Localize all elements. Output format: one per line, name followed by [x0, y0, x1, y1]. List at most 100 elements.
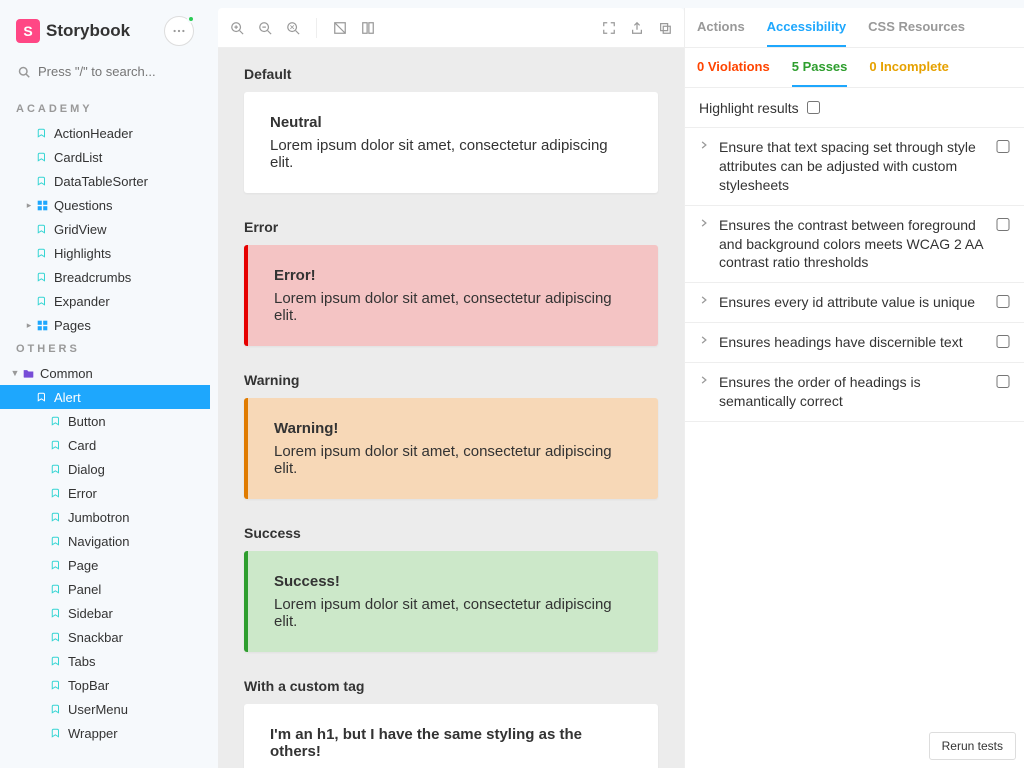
story-icon — [50, 679, 62, 691]
sidebar-item-usermenu[interactable]: UserMenu — [0, 697, 210, 721]
a11y-rule: Ensure that text spacing set through sty… — [685, 128, 1024, 206]
search-input[interactable] — [16, 58, 194, 85]
sidebar-item-label: Alert — [54, 390, 81, 405]
sidebar-item-topbar[interactable]: TopBar — [0, 673, 210, 697]
story-block: SuccessSuccess!Lorem ipsum dolor sit ame… — [218, 525, 684, 652]
sidebar-item-dialog[interactable]: Dialog — [0, 457, 210, 481]
chevron-right-icon[interactable] — [699, 218, 711, 228]
highlight-results-checkbox[interactable] — [807, 101, 820, 114]
a11y-rule-highlight-checkbox[interactable] — [996, 335, 1010, 348]
sidebar-item-jumbotron[interactable]: Jumbotron — [0, 505, 210, 529]
addon-tab-actions[interactable]: Actions — [697, 8, 745, 47]
sidebar-item-label: CardList — [54, 150, 102, 165]
sidebar-item-label: Expander — [54, 294, 110, 309]
tab-incomplete[interactable]: 0 Incomplete — [869, 48, 948, 87]
sidebar-item-button[interactable]: Button — [0, 409, 210, 433]
chevron-right-icon[interactable] — [699, 335, 711, 345]
shortcuts-button[interactable] — [164, 16, 194, 46]
section-label: OTHERS — [0, 337, 210, 361]
sidebar-item-expander[interactable]: Expander — [0, 289, 210, 313]
sidebar-item-label: Card — [68, 438, 96, 453]
sidebar-item-navigation[interactable]: Navigation — [0, 529, 210, 553]
addon-tab-css-resources[interactable]: CSS Resources — [868, 8, 965, 47]
sidebar-item-datatablesorter[interactable]: DataTableSorter — [0, 169, 210, 193]
sidebar-item-label: TopBar — [68, 678, 109, 693]
canvas-toolbar — [218, 8, 684, 48]
tab-passes[interactable]: 5 Passes — [792, 48, 848, 87]
chevron-right-icon[interactable] — [699, 375, 711, 385]
alert-body: Lorem ipsum dolor sit amet, consectetur … — [274, 290, 632, 324]
sidebar-item-label: Highlights — [54, 246, 111, 261]
sidebar-item-common[interactable]: ▼Common — [0, 361, 210, 385]
brand-name: Storybook — [46, 21, 130, 41]
a11y-rule-highlight-checkbox[interactable] — [996, 218, 1010, 231]
story-icon — [36, 391, 48, 403]
story-icon — [36, 271, 48, 283]
alert-success: Success!Lorem ipsum dolor sit amet, cons… — [244, 551, 658, 652]
sidebar-item-card[interactable]: Card — [0, 433, 210, 457]
story-icon — [50, 439, 62, 451]
sidebar-item-tabs[interactable]: Tabs — [0, 649, 210, 673]
sidebar-item-gridview[interactable]: GridView — [0, 217, 210, 241]
story-icon — [36, 223, 48, 235]
chevron-right-icon[interactable] — [699, 295, 711, 305]
sidebar-item-label: Questions — [54, 198, 113, 213]
brand[interactable]: S Storybook — [16, 19, 130, 43]
sidebar-item-label: Jumbotron — [68, 510, 129, 525]
story-icon — [50, 535, 62, 547]
a11y-rule-highlight-checkbox[interactable] — [996, 140, 1010, 153]
sidebar-item-alert[interactable]: Alert — [0, 385, 210, 409]
a11y-rule-highlight-checkbox[interactable] — [996, 375, 1010, 388]
addon-tabs: Actions Accessibility CSS Resources — [685, 8, 1024, 48]
sidebar-item-label: Breadcrumbs — [54, 270, 131, 285]
alert-body: Lorem ipsum dolor sit amet, consectetur … — [274, 596, 632, 630]
sidebar-item-label: Pages — [54, 318, 91, 333]
grid-button[interactable] — [361, 21, 375, 35]
zoom-out-button[interactable] — [258, 21, 272, 35]
sidebar-item-questions[interactable]: ▸Questions — [0, 193, 210, 217]
story-icon — [50, 631, 62, 643]
sidebar-item-panel[interactable]: Panel — [0, 577, 210, 601]
highlight-results-label: Highlight results — [699, 100, 799, 116]
sidebar-item-breadcrumbs[interactable]: Breadcrumbs — [0, 265, 210, 289]
sidebar-item-label: Button — [68, 414, 106, 429]
sidebar-item-label: Tabs — [68, 654, 95, 669]
sidebar-item-label: Error — [68, 486, 97, 501]
a11y-rule-text: Ensures the order of headings is semanti… — [719, 373, 988, 411]
sidebar: S Storybook ACADEMYActionHeaderCardListD… — [0, 0, 210, 768]
story-block: DefaultNeutralLorem ipsum dolor sit amet… — [218, 66, 684, 193]
folder-icon — [22, 367, 34, 379]
sidebar-item-cardlist[interactable]: CardList — [0, 145, 210, 169]
sidebar-item-pages[interactable]: ▸Pages — [0, 313, 210, 337]
alert-body: Lorem ipsum dolor sit amet, consectetur … — [274, 443, 632, 477]
copy-link-button[interactable] — [658, 21, 672, 35]
story-icon — [50, 703, 62, 715]
zoom-in-button[interactable] — [230, 21, 244, 35]
chevron-right-icon[interactable] — [699, 140, 711, 150]
a11y-rule-list: Ensure that text spacing set through sty… — [685, 128, 1024, 422]
sidebar-item-page[interactable]: Page — [0, 553, 210, 577]
tab-violations[interactable]: 0 Violations — [697, 48, 770, 87]
story-icon — [50, 607, 62, 619]
alert-title: Warning! — [274, 420, 632, 437]
preview-canvas: DefaultNeutralLorem ipsum dolor sit amet… — [218, 48, 684, 768]
background-button[interactable] — [333, 21, 347, 35]
status-dot — [187, 15, 195, 23]
open-tab-button[interactable] — [630, 21, 644, 35]
addon-tab-accessibility[interactable]: Accessibility — [767, 8, 847, 47]
rerun-tests-button[interactable]: Rerun tests — [929, 732, 1016, 760]
zoom-reset-button[interactable] — [286, 21, 300, 35]
sidebar-item-label: Panel — [68, 582, 101, 597]
sidebar-item-label: Wrapper — [68, 726, 118, 741]
a11y-rule: Ensures the order of headings is semanti… — [685, 363, 1024, 422]
a11y-rule-highlight-checkbox[interactable] — [996, 295, 1010, 308]
sidebar-item-error[interactable]: Error — [0, 481, 210, 505]
sidebar-item-snackbar[interactable]: Snackbar — [0, 625, 210, 649]
story-block: WarningWarning!Lorem ipsum dolor sit ame… — [218, 372, 684, 499]
sidebar-item-sidebar[interactable]: Sidebar — [0, 601, 210, 625]
fullscreen-button[interactable] — [602, 21, 616, 35]
sidebar-item-wrapper[interactable]: Wrapper — [0, 721, 210, 745]
sidebar-item-actionheader[interactable]: ActionHeader — [0, 121, 210, 145]
story-name: Default — [218, 66, 684, 92]
sidebar-item-highlights[interactable]: Highlights — [0, 241, 210, 265]
